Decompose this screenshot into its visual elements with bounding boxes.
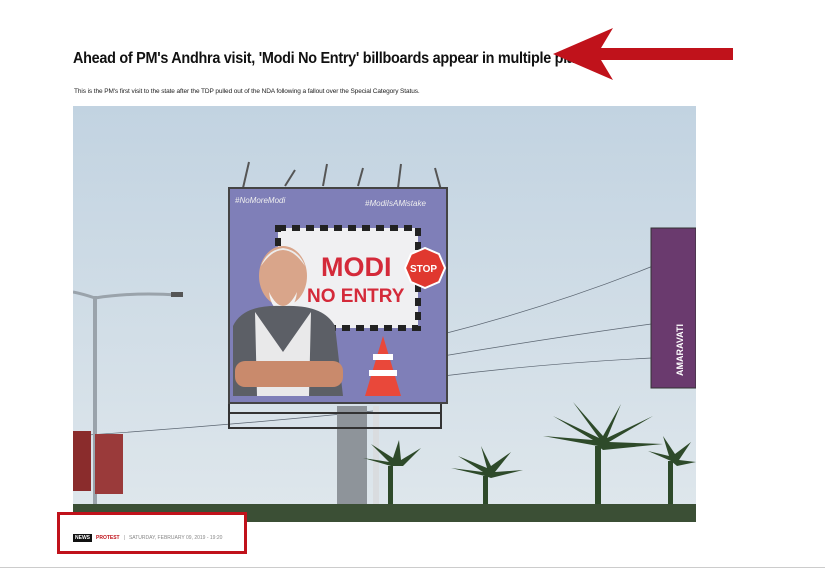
category-link[interactable]: PROTEST — [96, 535, 120, 541]
news-badge: NEWS — [73, 534, 92, 542]
meta-highlight-box — [57, 512, 247, 554]
svg-text:MODI: MODI — [321, 252, 392, 282]
publish-date: SATURDAY, FEBRUARY 09, 2019 - 19:20 — [128, 535, 223, 541]
article-subtitle: This is the PM's first visit to the stat… — [74, 88, 420, 95]
svg-text:STOP: STOP — [410, 264, 437, 275]
svg-text:#NoMoreModi: #NoMoreModi — [235, 196, 285, 205]
article-headline[interactable]: Ahead of PM's Andhra visit, 'Modi No Ent… — [73, 50, 598, 68]
annotation-arrow-icon — [553, 28, 733, 80]
meta-separator: | — [123, 535, 125, 541]
page-divider — [0, 567, 825, 568]
svg-text:#ModiIsAMistake: #ModiIsAMistake — [365, 199, 426, 208]
article-photo[interactable]: #NoMoreModi #ModiIsAMistake MODI NO ENTR… — [73, 106, 696, 522]
svg-text:NO ENTRY: NO ENTRY — [307, 286, 405, 307]
article-meta: NEWS PROTEST | SATURDAY, FEBRUARY 09, 20… — [73, 534, 222, 542]
svg-text:AMARAVATI: AMARAVATI — [675, 324, 685, 376]
